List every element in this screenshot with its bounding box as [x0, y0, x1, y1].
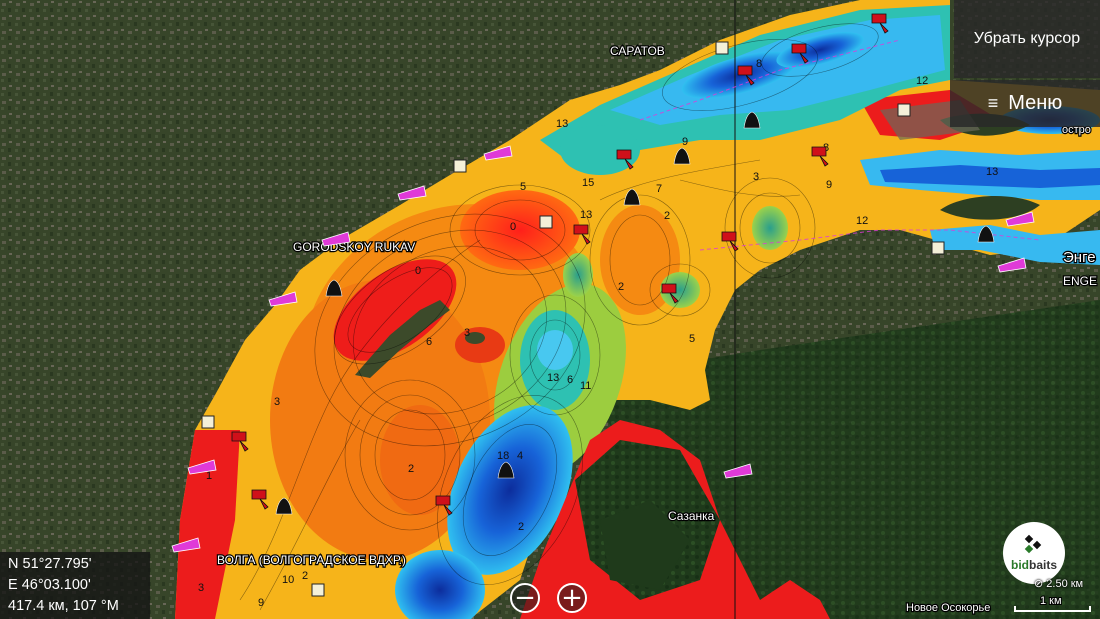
menu-label: Меню [1008, 92, 1063, 114]
logo-text-b: baits [1028, 558, 1057, 572]
label-novoe-osokorye: Новое Осокорье [906, 602, 990, 614]
svg-text:2: 2 [618, 281, 624, 293]
label-engels: Энге [1063, 249, 1096, 266]
square-waypoint-marker[interactable] [931, 241, 945, 255]
svg-text:15: 15 [582, 177, 594, 189]
svg-text:5: 5 [689, 333, 695, 345]
svg-text:0: 0 [415, 265, 421, 277]
svg-text:11: 11 [580, 380, 591, 392]
bidbaits-logo: bidbaits [1003, 522, 1065, 584]
label-engels-en: ENGE [1063, 274, 1097, 288]
svg-text:1 км: 1 км [1040, 595, 1062, 607]
svg-text:9: 9 [682, 136, 688, 148]
hamburger-icon: ≡ [987, 93, 999, 113]
latitude: N 51°27.795' [8, 556, 92, 572]
svg-text:6: 6 [567, 374, 573, 386]
svg-text:13: 13 [986, 166, 998, 178]
label-sazanka: Сазанка [668, 509, 715, 523]
svg-text:9: 9 [826, 179, 832, 191]
svg-text:4: 4 [517, 450, 523, 462]
svg-text:7: 7 [656, 183, 662, 195]
square-waypoint-marker[interactable] [311, 583, 325, 597]
logo-icon [1024, 534, 1042, 554]
coordinates-panel: N 51°27.795' E 46°03.100' 417.4 км, 107 … [0, 552, 150, 619]
svg-text:8: 8 [756, 58, 762, 70]
svg-text:3: 3 [274, 396, 280, 408]
label-volga: ВОЛГА (ВОЛГОГРАДСКОЕ ВДХР.) [217, 553, 406, 567]
zoom-in-button[interactable]: + [557, 583, 587, 613]
minus-icon: − [514, 583, 536, 613]
label-gorodskoy-rukav: GORODSKOY RUKAV [293, 240, 415, 254]
square-waypoint-marker[interactable] [715, 41, 729, 55]
svg-text:2: 2 [302, 570, 308, 582]
svg-text:3: 3 [753, 171, 759, 183]
svg-text:9: 9 [258, 597, 264, 609]
distance-bearing: 417.4 км, 107 °М [8, 598, 119, 614]
svg-text:3: 3 [464, 327, 470, 339]
svg-text:12: 12 [856, 215, 868, 227]
zoom-scale-label: ⊘ 2.50 км [1034, 578, 1084, 590]
svg-text:6: 6 [426, 336, 432, 348]
label-saratov: САРАТОВ [610, 44, 665, 58]
menu-button[interactable]: ≡ Меню [950, 80, 1100, 127]
svg-text:13: 13 [580, 209, 592, 221]
square-waypoint-marker[interactable] [201, 415, 215, 429]
svg-text:2: 2 [408, 463, 414, 475]
longitude: E 46°03.100' [8, 577, 91, 593]
square-waypoint-marker[interactable] [453, 159, 467, 173]
svg-text:3: 3 [198, 582, 204, 594]
svg-text:13: 13 [556, 118, 568, 130]
clear-cursor-button[interactable]: Убрать курсор [954, 0, 1100, 78]
svg-text:0: 0 [510, 221, 516, 233]
svg-text:10: 10 [282, 574, 294, 586]
svg-text:18: 18 [497, 450, 509, 462]
square-waypoint-marker[interactable] [539, 215, 553, 229]
svg-text:2: 2 [518, 521, 524, 533]
zoom-out-button[interactable]: − [510, 583, 540, 613]
svg-text:12: 12 [916, 75, 928, 87]
logo-text-a: bid [1010, 558, 1029, 572]
square-waypoint-marker[interactable] [897, 103, 911, 117]
scale-bar: 1 км [1014, 594, 1091, 612]
depth-map[interactable]: САРАТОВ GORODSKOY RUKAV ВОЛГА (ВОЛГОГРАД… [0, 0, 1100, 619]
svg-text:13: 13 [547, 372, 559, 384]
plus-icon: + [561, 583, 583, 613]
svg-text:2: 2 [664, 210, 670, 222]
svg-text:5: 5 [520, 181, 526, 193]
clear-cursor-label: Убрать курсор [973, 30, 1081, 47]
